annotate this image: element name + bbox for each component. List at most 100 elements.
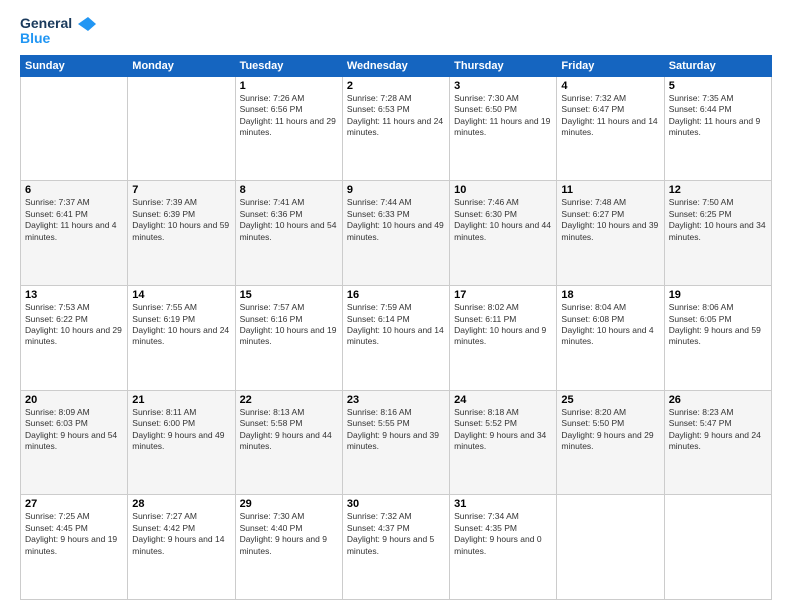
calendar-week-3: 13Sunrise: 7:53 AM Sunset: 6:22 PM Dayli… — [21, 286, 772, 391]
day-number: 24 — [454, 394, 552, 406]
weekday-sunday: Sunday — [21, 55, 128, 76]
day-info: Sunrise: 7:34 AM Sunset: 4:35 PM Dayligh… — [454, 511, 552, 557]
weekday-thursday: Thursday — [450, 55, 557, 76]
day-info: Sunrise: 7:30 AM Sunset: 4:40 PM Dayligh… — [240, 511, 338, 557]
calendar-week-5: 27Sunrise: 7:25 AM Sunset: 4:45 PM Dayli… — [21, 495, 772, 600]
day-number: 30 — [347, 498, 445, 510]
calendar-cell: 6Sunrise: 7:37 AM Sunset: 6:41 PM Daylig… — [21, 181, 128, 286]
calendar-cell: 21Sunrise: 8:11 AM Sunset: 6:00 PM Dayli… — [128, 390, 235, 495]
day-number: 26 — [669, 394, 767, 406]
day-info: Sunrise: 8:13 AM Sunset: 5:58 PM Dayligh… — [240, 407, 338, 453]
calendar-cell: 26Sunrise: 8:23 AM Sunset: 5:47 PM Dayli… — [664, 390, 771, 495]
calendar-week-4: 20Sunrise: 8:09 AM Sunset: 6:03 PM Dayli… — [21, 390, 772, 495]
day-info: Sunrise: 8:02 AM Sunset: 6:11 PM Dayligh… — [454, 302, 552, 348]
calendar-cell: 25Sunrise: 8:20 AM Sunset: 5:50 PM Dayli… — [557, 390, 664, 495]
day-info: Sunrise: 8:09 AM Sunset: 6:03 PM Dayligh… — [25, 407, 123, 453]
day-number: 21 — [132, 394, 230, 406]
calendar-cell: 18Sunrise: 8:04 AM Sunset: 6:08 PM Dayli… — [557, 286, 664, 391]
calendar-cell: 16Sunrise: 7:59 AM Sunset: 6:14 PM Dayli… — [342, 286, 449, 391]
day-number: 7 — [132, 184, 230, 196]
calendar-cell: 4Sunrise: 7:32 AM Sunset: 6:47 PM Daylig… — [557, 76, 664, 181]
day-number: 15 — [240, 289, 338, 301]
page-header: General Blue — [20, 16, 772, 47]
day-info: Sunrise: 7:46 AM Sunset: 6:30 PM Dayligh… — [454, 197, 552, 243]
day-number: 25 — [561, 394, 659, 406]
day-info: Sunrise: 7:53 AM Sunset: 6:22 PM Dayligh… — [25, 302, 123, 348]
day-number: 22 — [240, 394, 338, 406]
calendar-cell: 13Sunrise: 7:53 AM Sunset: 6:22 PM Dayli… — [21, 286, 128, 391]
day-number: 9 — [347, 184, 445, 196]
day-number: 12 — [669, 184, 767, 196]
day-number: 8 — [240, 184, 338, 196]
calendar-cell: 12Sunrise: 7:50 AM Sunset: 6:25 PM Dayli… — [664, 181, 771, 286]
logo: General Blue — [20, 16, 96, 47]
day-number: 20 — [25, 394, 123, 406]
logo-general: General — [20, 16, 96, 31]
day-number: 6 — [25, 184, 123, 196]
day-info: Sunrise: 8:16 AM Sunset: 5:55 PM Dayligh… — [347, 407, 445, 453]
day-number: 17 — [454, 289, 552, 301]
day-number: 27 — [25, 498, 123, 510]
calendar-cell — [664, 495, 771, 600]
day-number: 23 — [347, 394, 445, 406]
calendar-cell: 31Sunrise: 7:34 AM Sunset: 4:35 PM Dayli… — [450, 495, 557, 600]
calendar-cell: 15Sunrise: 7:57 AM Sunset: 6:16 PM Dayli… — [235, 286, 342, 391]
day-number: 13 — [25, 289, 123, 301]
day-number: 2 — [347, 80, 445, 92]
day-info: Sunrise: 7:39 AM Sunset: 6:39 PM Dayligh… — [132, 197, 230, 243]
day-info: Sunrise: 7:55 AM Sunset: 6:19 PM Dayligh… — [132, 302, 230, 348]
weekday-tuesday: Tuesday — [235, 55, 342, 76]
calendar-cell: 22Sunrise: 8:13 AM Sunset: 5:58 PM Dayli… — [235, 390, 342, 495]
weekday-monday: Monday — [128, 55, 235, 76]
calendar-cell: 8Sunrise: 7:41 AM Sunset: 6:36 PM Daylig… — [235, 181, 342, 286]
day-info: Sunrise: 8:06 AM Sunset: 6:05 PM Dayligh… — [669, 302, 767, 348]
day-info: Sunrise: 7:44 AM Sunset: 6:33 PM Dayligh… — [347, 197, 445, 243]
calendar-week-1: 1Sunrise: 7:26 AM Sunset: 6:56 PM Daylig… — [21, 76, 772, 181]
day-number: 5 — [669, 80, 767, 92]
day-number: 10 — [454, 184, 552, 196]
day-number: 14 — [132, 289, 230, 301]
calendar-cell: 20Sunrise: 8:09 AM Sunset: 6:03 PM Dayli… — [21, 390, 128, 495]
day-info: Sunrise: 8:20 AM Sunset: 5:50 PM Dayligh… — [561, 407, 659, 453]
day-info: Sunrise: 7:26 AM Sunset: 6:56 PM Dayligh… — [240, 93, 338, 139]
calendar-cell — [128, 76, 235, 181]
day-info: Sunrise: 7:30 AM Sunset: 6:50 PM Dayligh… — [454, 93, 552, 139]
calendar-cell: 24Sunrise: 8:18 AM Sunset: 5:52 PM Dayli… — [450, 390, 557, 495]
calendar-cell: 10Sunrise: 7:46 AM Sunset: 6:30 PM Dayli… — [450, 181, 557, 286]
calendar-cell: 28Sunrise: 7:27 AM Sunset: 4:42 PM Dayli… — [128, 495, 235, 600]
calendar-cell: 3Sunrise: 7:30 AM Sunset: 6:50 PM Daylig… — [450, 76, 557, 181]
day-number: 28 — [132, 498, 230, 510]
calendar-cell — [557, 495, 664, 600]
calendar-cell: 11Sunrise: 7:48 AM Sunset: 6:27 PM Dayli… — [557, 181, 664, 286]
calendar-cell: 2Sunrise: 7:28 AM Sunset: 6:53 PM Daylig… — [342, 76, 449, 181]
calendar-cell: 19Sunrise: 8:06 AM Sunset: 6:05 PM Dayli… — [664, 286, 771, 391]
day-info: Sunrise: 8:23 AM Sunset: 5:47 PM Dayligh… — [669, 407, 767, 453]
calendar-cell: 14Sunrise: 7:55 AM Sunset: 6:19 PM Dayli… — [128, 286, 235, 391]
day-number: 29 — [240, 498, 338, 510]
day-number: 18 — [561, 289, 659, 301]
calendar-table: SundayMondayTuesdayWednesdayThursdayFrid… — [20, 55, 772, 600]
calendar-cell: 17Sunrise: 8:02 AM Sunset: 6:11 PM Dayli… — [450, 286, 557, 391]
day-info: Sunrise: 7:57 AM Sunset: 6:16 PM Dayligh… — [240, 302, 338, 348]
day-info: Sunrise: 7:32 AM Sunset: 6:47 PM Dayligh… — [561, 93, 659, 139]
weekday-saturday: Saturday — [664, 55, 771, 76]
day-info: Sunrise: 7:59 AM Sunset: 6:14 PM Dayligh… — [347, 302, 445, 348]
day-number: 31 — [454, 498, 552, 510]
day-number: 16 — [347, 289, 445, 301]
day-info: Sunrise: 7:37 AM Sunset: 6:41 PM Dayligh… — [25, 197, 123, 243]
calendar-cell: 5Sunrise: 7:35 AM Sunset: 6:44 PM Daylig… — [664, 76, 771, 181]
calendar-cell: 23Sunrise: 8:16 AM Sunset: 5:55 PM Dayli… — [342, 390, 449, 495]
day-info: Sunrise: 7:35 AM Sunset: 6:44 PM Dayligh… — [669, 93, 767, 139]
day-number: 11 — [561, 184, 659, 196]
day-number: 1 — [240, 80, 338, 92]
weekday-wednesday: Wednesday — [342, 55, 449, 76]
calendar-cell: 29Sunrise: 7:30 AM Sunset: 4:40 PM Dayli… — [235, 495, 342, 600]
day-info: Sunrise: 8:04 AM Sunset: 6:08 PM Dayligh… — [561, 302, 659, 348]
weekday-header-row: SundayMondayTuesdayWednesdayThursdayFrid… — [21, 55, 772, 76]
calendar-cell: 30Sunrise: 7:32 AM Sunset: 4:37 PM Dayli… — [342, 495, 449, 600]
calendar-cell: 27Sunrise: 7:25 AM Sunset: 4:45 PM Dayli… — [21, 495, 128, 600]
calendar-cell: 1Sunrise: 7:26 AM Sunset: 6:56 PM Daylig… — [235, 76, 342, 181]
day-info: Sunrise: 7:50 AM Sunset: 6:25 PM Dayligh… — [669, 197, 767, 243]
day-info: Sunrise: 7:32 AM Sunset: 4:37 PM Dayligh… — [347, 511, 445, 557]
day-number: 19 — [669, 289, 767, 301]
